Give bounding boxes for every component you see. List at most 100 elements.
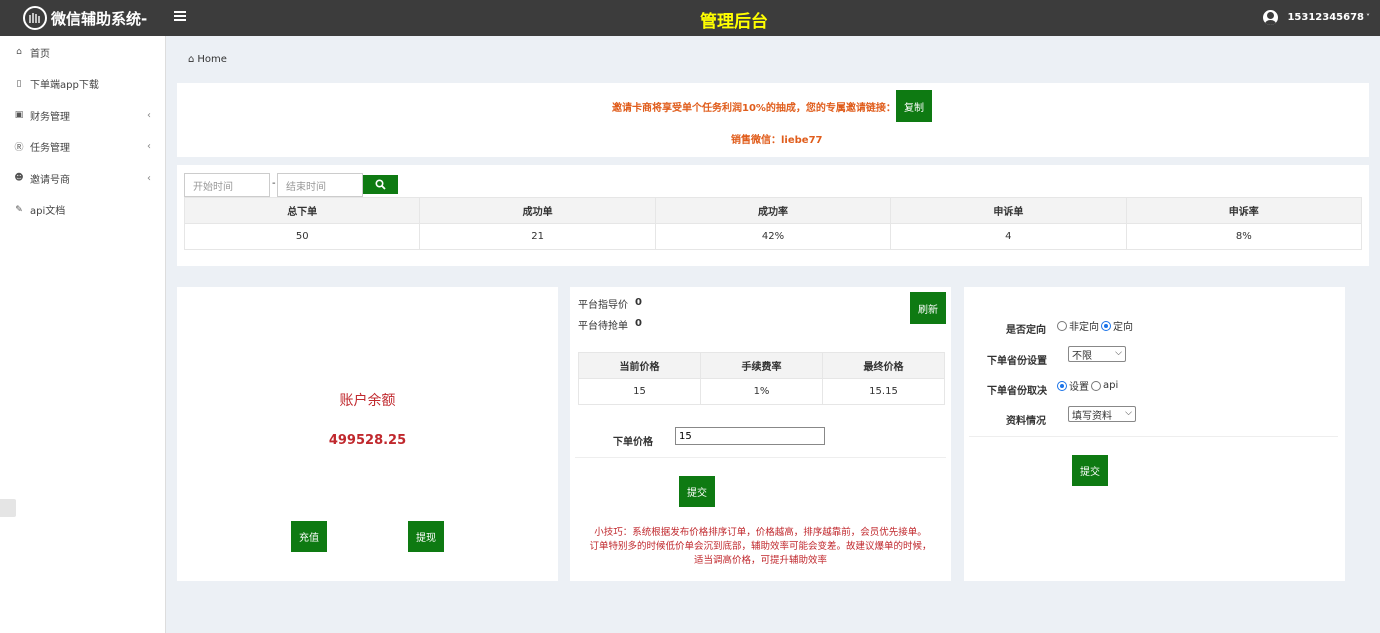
breadcrumb-home[interactable]: Home xyxy=(197,54,227,65)
chevron-down-icon: ˅ xyxy=(1366,13,1370,22)
search-icon xyxy=(375,179,386,190)
select-value: 不限 xyxy=(1072,350,1092,362)
radio-undirected[interactable] xyxy=(1057,320,1067,331)
chevron-left-icon: ‹ xyxy=(147,141,151,152)
chevron-down-icon: ⌵ xyxy=(1115,348,1122,358)
sidebar-item-label: 邀请号商 xyxy=(30,174,70,186)
radio-label: 设置 xyxy=(1069,382,1089,393)
end-date-input[interactable]: 结束时间 xyxy=(277,173,363,197)
directed-label: 是否定向 xyxy=(1006,325,1046,336)
invite-notice: 邀请卡商将享受单个任务利润10%的抽成，您的专属邀请链接： xyxy=(612,103,896,114)
pricing-tip: 小技巧：系统根据发布价格排序订单，价格越高，排序越靠前，会员优先接单。 订单特别… xyxy=(570,526,951,568)
sidebar-item-finance[interactable]: ▣ 财务管理 ‹ xyxy=(0,100,165,132)
info-status-select[interactable]: 填写资料 ⌵ xyxy=(1068,406,1136,422)
table-header: 成功率 xyxy=(654,197,892,224)
radio-label: api xyxy=(1103,380,1119,391)
radio-setting[interactable] xyxy=(1057,380,1067,391)
directed-radio-group: 非定向 定向 xyxy=(1057,318,1133,333)
balance-amount: 499528.25 xyxy=(328,433,407,448)
radio-directed[interactable] xyxy=(1101,320,1111,331)
recharge-button[interactable]: 充值 xyxy=(291,521,327,552)
search-button[interactable] xyxy=(363,175,398,194)
date-separator: - xyxy=(272,178,276,189)
table-cell: 8% xyxy=(1125,223,1363,250)
radio-api[interactable] xyxy=(1091,380,1101,391)
price-submit-button[interactable]: 提交 xyxy=(679,476,715,507)
money-icon: ▣ xyxy=(14,110,24,121)
table-header: 当前价格 xyxy=(578,352,701,379)
tip-line: 适当调高价格，可提升辅助效率 xyxy=(693,555,827,566)
user-avatar-icon xyxy=(1263,10,1279,25)
table-cell: 42% xyxy=(654,223,892,250)
sidebar-item-label: 财务管理 xyxy=(30,111,70,123)
table-cell: 4 xyxy=(890,223,1127,250)
table-row: 50 21 42% 4 8% xyxy=(183,223,1363,250)
chevron-down-icon: ⌵ xyxy=(1125,408,1132,418)
mobile-icon: ▯ xyxy=(16,78,22,89)
info-status-label: 资料情况 xyxy=(1006,416,1046,427)
table-cell: 21 xyxy=(419,223,656,250)
settings-submit-button[interactable]: 提交 xyxy=(1072,455,1108,486)
table-cell: 1% xyxy=(700,378,823,405)
sidebar-item-tasks[interactable]: Ⓡ 任务管理 ‹ xyxy=(0,131,165,163)
sidebar-item-home[interactable]: ⌂ 首页 xyxy=(0,37,165,69)
radio-label: 非定向 xyxy=(1069,322,1099,333)
table-header: 最终价格 xyxy=(822,352,945,379)
page-title: 管理后台 xyxy=(700,12,768,32)
sidebar-collapse-handle[interactable] xyxy=(0,499,16,517)
menu-toggle-icon[interactable] xyxy=(174,11,186,23)
pencil-icon: ✎ xyxy=(15,204,23,215)
sales-wechat: 销售微信：liebe77 xyxy=(731,135,823,146)
home-icon: ⌂ xyxy=(188,54,195,65)
table-header: 手续费率 xyxy=(700,352,823,379)
pending-orders-label: 平台待抢单 xyxy=(578,321,628,332)
start-date-input[interactable]: 开始时间 xyxy=(184,173,270,197)
sidebar-item-label: 首页 xyxy=(30,48,50,60)
order-price-label: 下单价格 xyxy=(613,437,653,448)
sidebar-item-invite[interactable]: ☻ 邀请号商 ‹ xyxy=(0,163,165,195)
order-price-input[interactable] xyxy=(675,427,825,445)
source-radio-group: 设置 api xyxy=(1057,378,1118,393)
sidebar-item-api-docs[interactable]: ✎ api文档 xyxy=(0,194,165,226)
stats-table: 总下单 成功单 成功率 申诉单 申诉率 50 21 42% 4 8% xyxy=(183,197,1363,250)
guide-price-label: 平台指导价 xyxy=(578,300,628,311)
select-value: 填写资料 xyxy=(1072,410,1112,422)
table-header: 申诉率 xyxy=(1125,197,1363,224)
chevron-left-icon: ‹ xyxy=(147,172,151,184)
guide-price-value: 0 xyxy=(635,297,642,308)
province-label: 下单省份设置 xyxy=(987,356,1047,367)
tip-line: 小技巧：系统根据发布价格排序订单，价格越高，排序越靠前，会员优先接单。 xyxy=(594,527,927,538)
top-header: 微信辅助系统- 管理后台 15312345678 ˅ xyxy=(0,0,1380,36)
table-header-row: 当前价格 手续费率 最终价格 xyxy=(578,352,945,379)
sidebar-item-label: api文档 xyxy=(30,206,66,218)
refresh-button[interactable]: 刷新 xyxy=(910,292,946,324)
balance-title: 账户余额 xyxy=(339,393,396,409)
divider xyxy=(969,436,1338,437)
price-table: 当前价格 手续费率 最终价格 15 1% 15.15 xyxy=(578,352,945,405)
logo-icon xyxy=(23,6,47,30)
province-select[interactable]: 不限 ⌵ xyxy=(1068,346,1126,362)
table-cell: 15.15 xyxy=(822,378,945,405)
withdraw-button[interactable]: 提现 xyxy=(408,521,444,552)
province-source-label: 下单省份取决 xyxy=(987,386,1047,397)
breadcrumb[interactable]: ⌂ Home xyxy=(188,54,227,65)
table-header-row: 总下单 成功单 成功率 申诉单 申诉率 xyxy=(183,197,1363,224)
sidebar-item-label: 下单端app下载 xyxy=(30,80,99,92)
user-menu[interactable]: 15312345678 ˅ xyxy=(1263,10,1370,25)
sidebar-item-app-download[interactable]: ▯ 下单端app下载 xyxy=(0,68,165,100)
table-header: 成功单 xyxy=(419,197,656,224)
divider xyxy=(575,457,946,458)
copy-link-button[interactable]: 复制 xyxy=(896,90,932,122)
table-cell: 15 xyxy=(578,378,701,405)
table-header: 总下单 xyxy=(183,197,421,224)
users-icon: ☻ xyxy=(14,173,24,184)
table-row: 15 1% 15.15 xyxy=(578,378,945,405)
user-name: 15312345678 xyxy=(1287,12,1364,23)
chevron-left-icon: ‹ xyxy=(147,109,151,121)
brand[interactable]: 微信辅助系统- xyxy=(0,0,166,36)
home-icon: ⌂ xyxy=(16,47,22,58)
table-header: 申诉单 xyxy=(890,197,1127,224)
brand-title: 微信辅助系统- xyxy=(51,9,148,28)
tip-line: 订单特别多的时候低价单会沉到底部，辅助效率可能会变差。故建议爆单的时候， xyxy=(589,541,932,552)
pending-orders-value: 0 xyxy=(635,318,642,329)
